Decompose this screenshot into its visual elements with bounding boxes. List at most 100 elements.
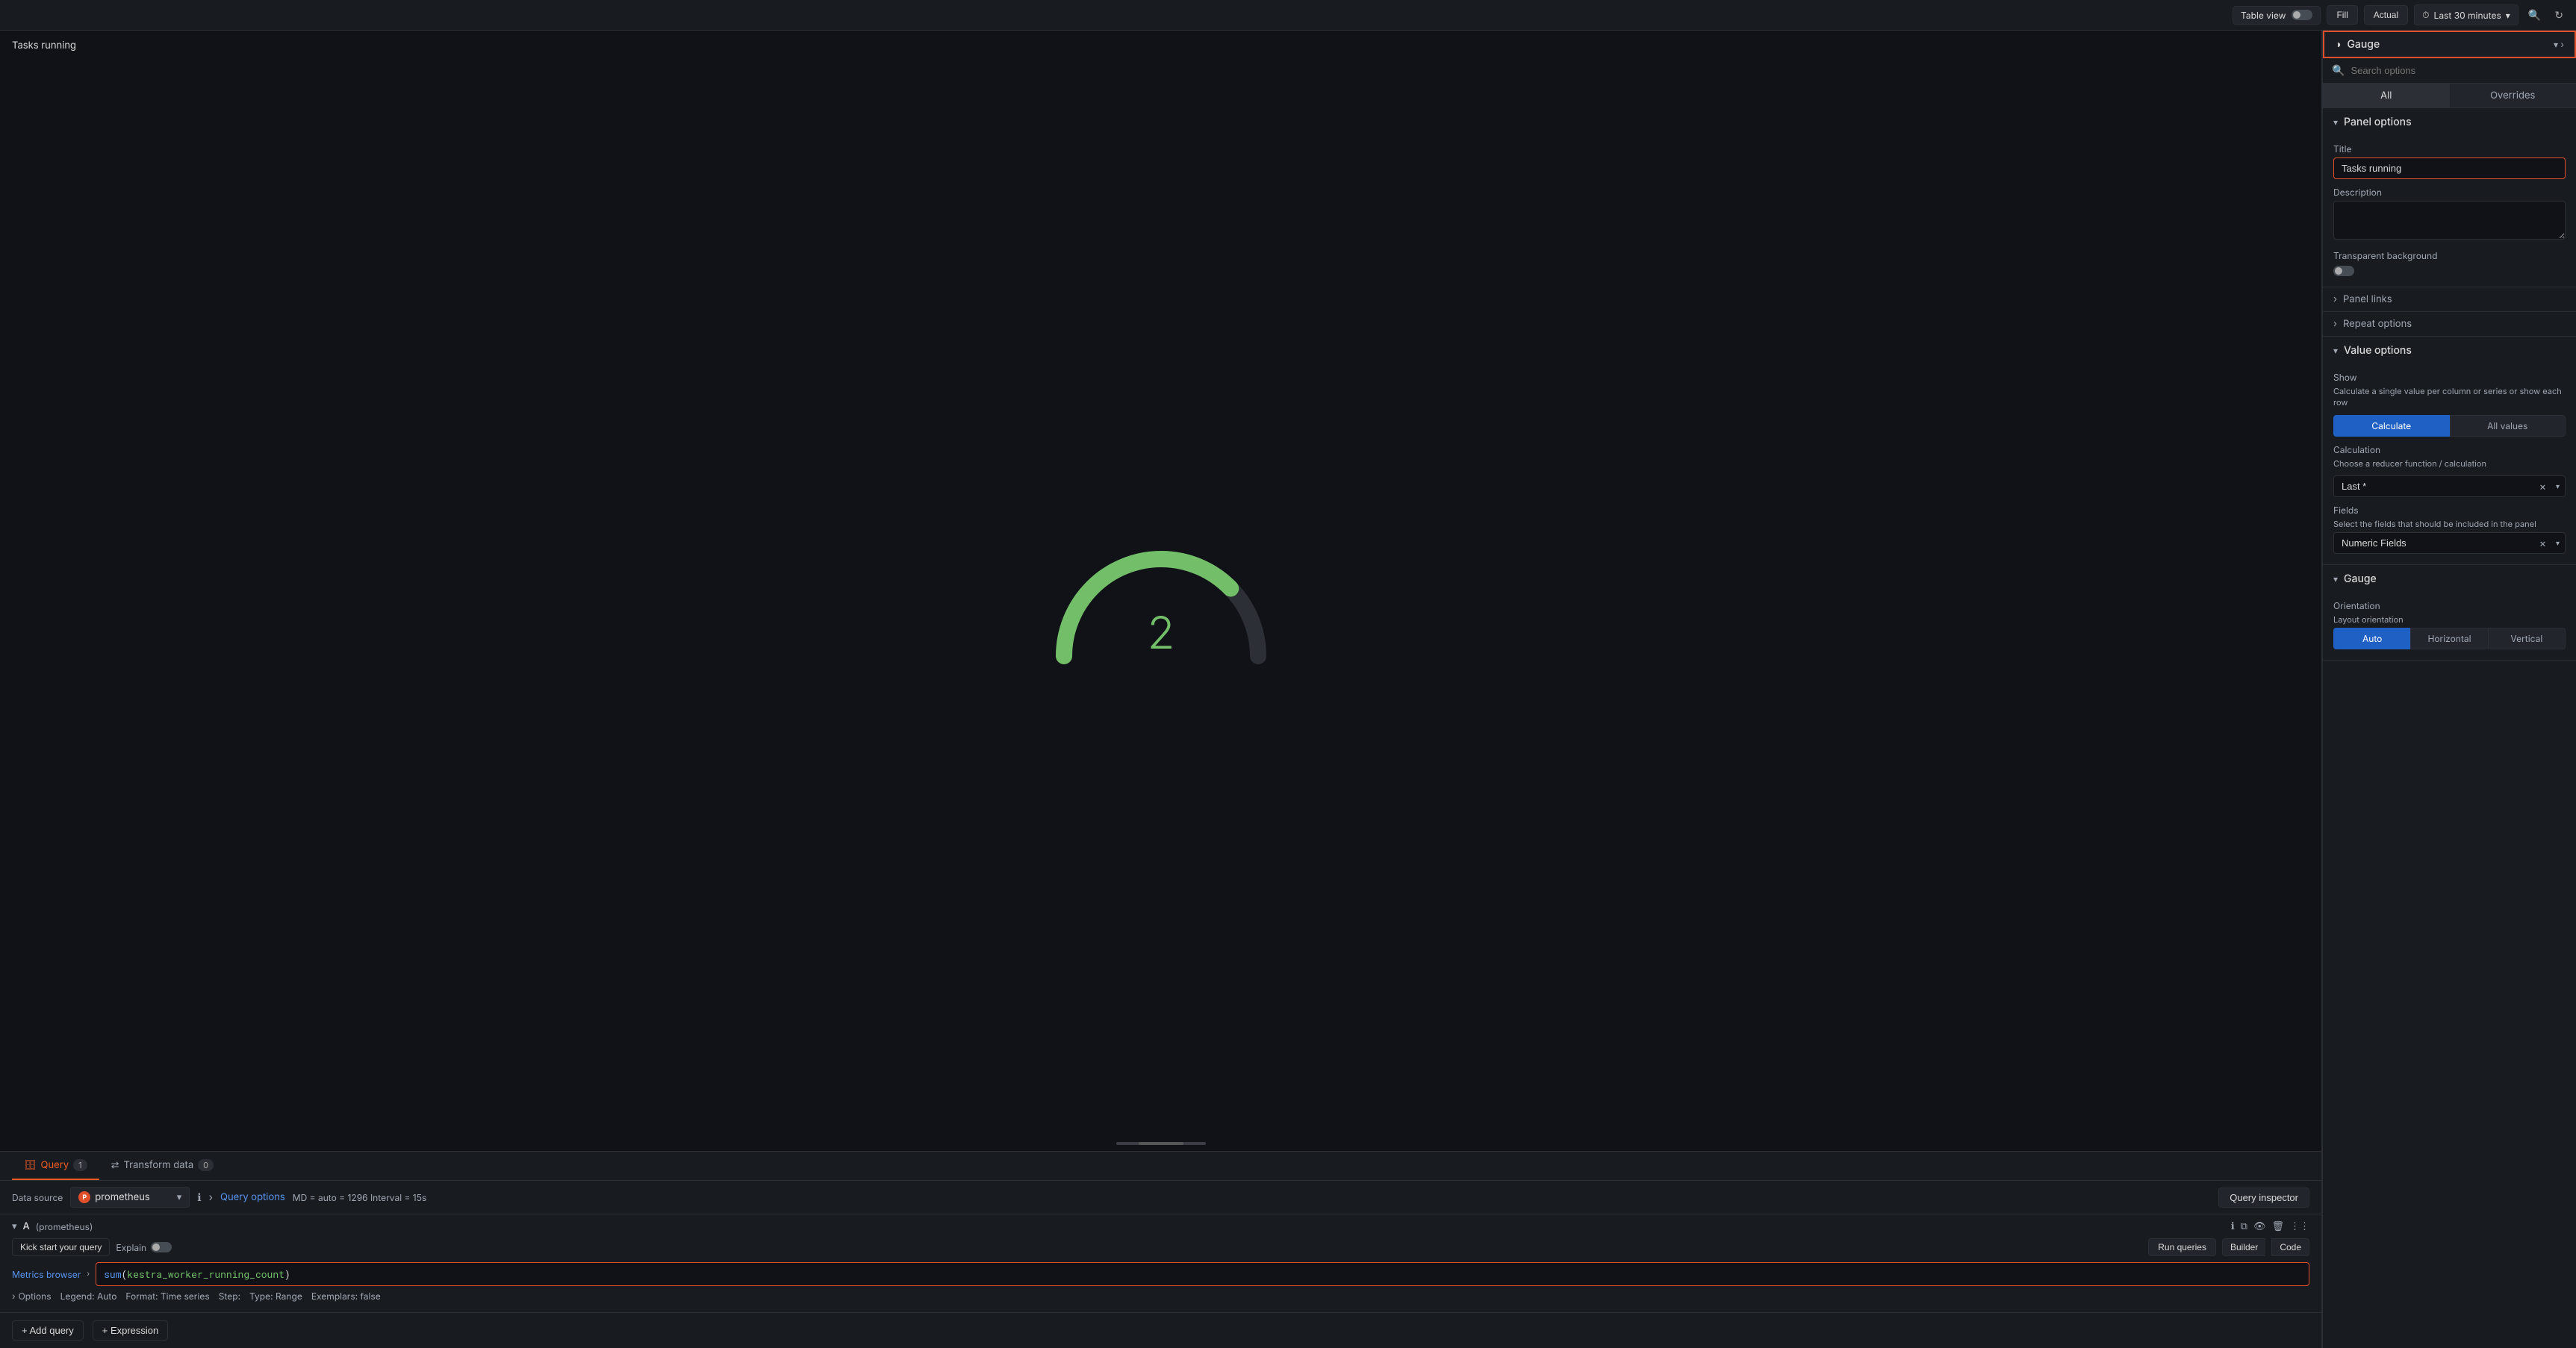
- left-panel: Tasks running 2 🗄 Qu: [0, 31, 2322, 1348]
- query-paren-open: (: [122, 1267, 128, 1281]
- description-input[interactable]: [2333, 201, 2566, 240]
- panel-links-chevron: ›: [2333, 293, 2337, 305]
- fields-field-label: Fields: [2333, 505, 2566, 516]
- tab-query[interactable]: 🗄 Query 1: [12, 1152, 99, 1180]
- query-meta: MD = auto = 1296 Interval = 15s: [293, 1192, 427, 1203]
- orientation-button-group: Auto Horizontal Vertical: [2333, 628, 2566, 649]
- fill-button[interactable]: Fill: [2327, 5, 2357, 25]
- all-values-button[interactable]: All values: [2450, 415, 2566, 437]
- datasource-name: prometheus: [95, 1191, 149, 1203]
- title-field-label: Title: [2333, 143, 2566, 155]
- actual-button[interactable]: Actual: [2364, 5, 2408, 25]
- query-collapse-chevron[interactable]: ▾: [12, 1220, 17, 1232]
- panel-options-header[interactable]: ▾ Panel options: [2323, 108, 2576, 136]
- explain-label: Explain: [116, 1242, 146, 1253]
- value-options-header[interactable]: ▾ Value options: [2323, 337, 2576, 364]
- options-tabs: All Overrides: [2323, 84, 2576, 108]
- add-expression-button[interactable]: + Expression: [93, 1320, 169, 1341]
- panel-type-header[interactable]: ◑ Gauge ▾ ›: [2323, 31, 2576, 58]
- value-options-content: Show Calculate a single value per column…: [2323, 372, 2576, 564]
- datasource-chevron: ▾: [177, 1191, 182, 1203]
- calculation-select[interactable]: Last *: [2333, 475, 2566, 497]
- gauge-panel-icon: ◑: [2335, 38, 2341, 51]
- show-button-group: Calculate All values: [2333, 415, 2566, 437]
- panel-type-name: Gauge: [2347, 38, 2548, 51]
- datasource-select[interactable]: P prometheus ▾: [70, 1187, 190, 1208]
- horizontal-orientation-button[interactable]: Horizontal: [2410, 628, 2487, 649]
- gauge-section: ▾ Gauge Orientation Layout orientation A…: [2323, 565, 2576, 661]
- options-toggle[interactable]: › Options: [12, 1291, 52, 1302]
- zoom-out-button[interactable]: 🔍: [2524, 5, 2545, 25]
- gauge-section-chevron: ▾: [2333, 573, 2338, 584]
- metrics-browser-area: Metrics browser › sum(kestra_worker_runn…: [12, 1262, 2309, 1286]
- repeat-options-label: Repeat options: [2343, 318, 2412, 330]
- fields-description: Select the fields that should be include…: [2333, 519, 2566, 529]
- query-input-box[interactable]: sum(kestra_worker_running_count): [96, 1262, 2309, 1286]
- gauge-container: 2: [12, 57, 2309, 1142]
- gauge-scrollbar: [1116, 1142, 1206, 1145]
- repeat-options-chevron: ›: [2333, 318, 2337, 330]
- tab-overrides[interactable]: Overrides: [2450, 84, 2576, 107]
- title-input[interactable]: [2333, 157, 2566, 179]
- svg-text:2: 2: [1147, 606, 1175, 660]
- tab-all[interactable]: All: [2323, 84, 2450, 107]
- query-visibility-icon[interactable]: 👁: [2253, 1220, 2266, 1232]
- query-letter-group: ▾ A (prometheus): [12, 1220, 93, 1232]
- search-bar: 🔍: [2323, 58, 2576, 84]
- panel-options-section: ▾ Panel options Title Description Transp…: [2323, 108, 2576, 287]
- query-options-link[interactable]: Query options: [220, 1191, 285, 1203]
- transparent-bg-toggle[interactable]: [2333, 266, 2354, 276]
- query-metric: kestra_worker_running_count: [127, 1267, 284, 1281]
- panel-links-label: Panel links: [2343, 293, 2392, 305]
- query-actions: ℹ ⧉ 👁 🗑 ⋮⋮: [2231, 1220, 2309, 1232]
- transform-icon: ⇄: [111, 1159, 119, 1171]
- panel-type-arrows: ▾ ›: [2554, 39, 2564, 50]
- datasource-label: Data source: [12, 1192, 63, 1203]
- calculation-description: Choose a reducer function / calculation: [2333, 458, 2566, 469]
- options-label: Options: [19, 1291, 52, 1302]
- top-toolbar: Table view Fill Actual ⏱ Last 30 minutes…: [0, 0, 2576, 31]
- exemplars-label: Exemplars: false: [311, 1291, 381, 1302]
- query-tabs: 🗄 Query 1 ⇄ Transform data 0: [0, 1152, 2321, 1181]
- table-view-toggle-group[interactable]: Table view: [2233, 6, 2321, 25]
- gauge-scroll-thumb: [1139, 1142, 1183, 1145]
- query-info-icon[interactable]: ℹ: [2231, 1220, 2235, 1232]
- value-options-label: Value options: [2344, 344, 2412, 357]
- metrics-browser-link[interactable]: Metrics browser: [12, 1269, 81, 1280]
- format-label: Format: Time series: [125, 1291, 209, 1302]
- legend-label: Legend: Auto: [60, 1291, 117, 1302]
- query-duplicate-icon[interactable]: ⧉: [2241, 1220, 2247, 1232]
- query-section: 🗄 Query 1 ⇄ Transform data 0 Data source…: [0, 1151, 2321, 1348]
- chevron-down-icon: ▾: [2506, 10, 2510, 21]
- panel-options-content: Title Description Transparent background: [2323, 143, 2576, 287]
- builder-button[interactable]: Builder: [2222, 1238, 2265, 1256]
- table-view-switch[interactable]: [2292, 10, 2312, 20]
- repeat-options-item[interactable]: › Repeat options: [2323, 312, 2576, 337]
- description-field-label: Description: [2333, 187, 2566, 198]
- explain-switch[interactable]: [151, 1242, 172, 1252]
- calculate-button[interactable]: Calculate: [2333, 415, 2450, 437]
- time-range-picker[interactable]: ⏱ Last 30 minutes ▾: [2414, 4, 2519, 25]
- search-input[interactable]: [2351, 65, 2567, 76]
- vertical-orientation-button[interactable]: Vertical: [2488, 628, 2566, 649]
- refresh-button[interactable]: ↻: [2551, 5, 2567, 25]
- tab-transform[interactable]: ⇄ Transform data 0: [99, 1152, 226, 1180]
- query-drag-icon[interactable]: ⋮⋮: [2290, 1220, 2309, 1232]
- query-source-label: (prometheus): [36, 1221, 93, 1232]
- panel-links-item[interactable]: › Panel links: [2323, 287, 2576, 312]
- fields-select[interactable]: Numeric Fields: [2333, 532, 2566, 554]
- auto-orientation-button[interactable]: Auto: [2333, 628, 2410, 649]
- run-queries-button[interactable]: Run queries: [2148, 1238, 2216, 1256]
- gauge-section-label: Gauge: [2344, 572, 2377, 585]
- query-options-bar: › Options Legend: Auto Format: Time seri…: [12, 1286, 2309, 1306]
- orientation-field-label: Orientation: [2333, 600, 2566, 611]
- gauge-section-header[interactable]: ▾ Gauge: [2323, 565, 2576, 593]
- code-button[interactable]: Code: [2271, 1238, 2309, 1256]
- panel-options-label: Panel options: [2344, 116, 2412, 128]
- query-editor-row: ▾ A (prometheus) ℹ ⧉ 👁 🗑 ⋮⋮ Kick start y…: [0, 1214, 2321, 1313]
- query-delete-icon[interactable]: 🗑: [2271, 1220, 2284, 1232]
- add-query-button[interactable]: + Add query: [12, 1320, 84, 1341]
- query-inspector-button[interactable]: Query inspector: [2218, 1188, 2309, 1208]
- datasource-info-icon[interactable]: ℹ: [197, 1191, 201, 1204]
- kick-start-button[interactable]: Kick start your query: [12, 1238, 110, 1256]
